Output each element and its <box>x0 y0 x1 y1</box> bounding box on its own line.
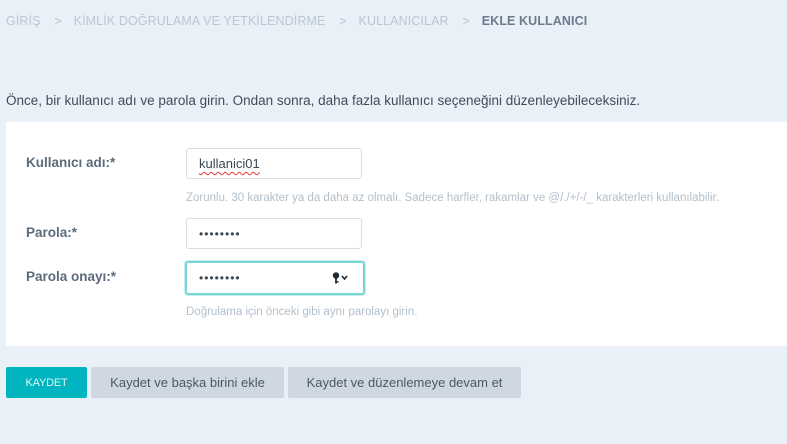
username-value: kullanici01 <box>199 156 260 171</box>
breadcrumb-separator-icon: > <box>54 14 62 28</box>
breadcrumb-separator-icon: > <box>339 14 347 28</box>
password-input[interactable]: •••••••• <box>186 218 362 249</box>
breadcrumb: GİRİŞ > KİMLİK DOĞRULAMA VE YETKİLENDİRM… <box>6 14 587 28</box>
key-icon[interactable] <box>332 271 350 285</box>
password-confirm-help-text: Doğrulama için önceki gibi aynı parolayı… <box>186 306 418 318</box>
breadcrumb-users-link[interactable]: KULLANICILAR <box>359 14 449 28</box>
username-label: Kullanıcı adı:* <box>26 155 116 170</box>
username-help-text: Zorunlu. 30 karakter ya da daha az olmal… <box>186 192 719 204</box>
password-confirm-masked-value: •••••••• <box>199 271 241 285</box>
breadcrumb-home-link[interactable]: GİRİŞ <box>6 14 41 28</box>
save-and-add-another-button[interactable]: Kaydet ve başka birini ekle <box>91 367 284 398</box>
username-input[interactable]: kullanici01 <box>186 148 362 179</box>
password-confirm-label: Parola onayı:* <box>26 269 117 284</box>
save-button[interactable]: KAYDET <box>6 367 87 398</box>
save-and-continue-editing-button[interactable]: Kaydet ve düzenlemeye devam et <box>288 367 521 398</box>
password-masked-value: •••••••• <box>199 226 241 241</box>
breadcrumb-separator-icon: > <box>462 14 470 28</box>
breadcrumb-auth-link[interactable]: KİMLİK DOĞRULAMA VE YETKİLENDİRME <box>74 14 326 28</box>
password-confirm-input[interactable]: •••••••• <box>185 261 365 295</box>
intro-text: Önce, bir kullanıcı adı ve parola girin.… <box>6 93 641 108</box>
add-user-form: Kullanıcı adı:* kullanici01 Zorunlu. 30 … <box>6 122 787 346</box>
breadcrumb-current: EKLE KULLANICI <box>481 14 588 28</box>
password-label: Parola:* <box>26 225 78 240</box>
